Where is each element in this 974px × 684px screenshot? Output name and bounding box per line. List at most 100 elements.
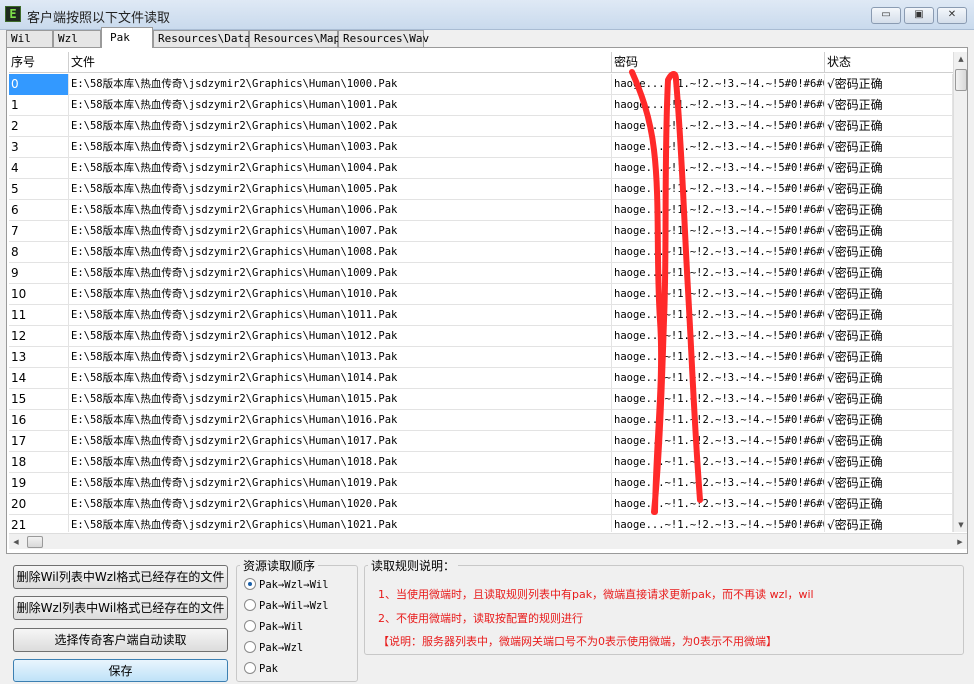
table-row[interactable]: 15 E:\58版本库\热血传奇\jsdzymir2\Graphics\Human…: [9, 389, 953, 410]
table-row[interactable]: 17 E:\58版本库\热血传奇\jsdzymir2\Graphics\Human…: [9, 431, 953, 452]
hscroll-thumb[interactable]: [27, 536, 43, 548]
row-status-cell[interactable]: √密码正确: [825, 284, 953, 305]
row-status-cell[interactable]: √密码正确: [825, 410, 953, 431]
row-file-cell[interactable]: E:\58版本库\热血传奇\jsdzymir2\Graphics\Human\1…: [69, 515, 612, 532]
table-row[interactable]: 18 E:\58版本库\热血传奇\jsdzymir2\Graphics\Human…: [9, 452, 953, 473]
table-row[interactable]: 5 E:\58版本库\热血传奇\jsdzymir2\Graphics\Human\…: [9, 179, 953, 200]
radio-icon[interactable]: [244, 578, 256, 590]
row-password-cell[interactable]: haoge...~!1.~!2.~!3.~!4.~!5#0!#6#07: [612, 263, 825, 284]
row-file-cell[interactable]: E:\58版本库\热血传奇\jsdzymir2\Graphics\Human\1…: [69, 137, 612, 158]
row-file-cell[interactable]: E:\58版本库\热血传奇\jsdzymir2\Graphics\Human\1…: [69, 431, 612, 452]
column-header-status[interactable]: 状态: [825, 52, 953, 73]
table-row[interactable]: 2 E:\58版本库\热血传奇\jsdzymir2\Graphics\Human\…: [9, 116, 953, 137]
row-password-cell[interactable]: haoge...~!1.~!2.~!3.~!4.~!5#0!#6#07: [612, 200, 825, 221]
file-table[interactable]: 序号 文件 密码 状态 0 E:\58版本库\热血传奇\jsdzymir2\Gra…: [9, 52, 953, 532]
row-password-cell[interactable]: haoge...~!1.~!2.~!3.~!4.~!5#0!#6#07: [612, 515, 825, 532]
row-password-cell[interactable]: haoge...~!1.~!2.~!3.~!4.~!5#0!#6#07: [612, 410, 825, 431]
row-password-cell[interactable]: haoge...~!1.~!2.~!3.~!4.~!5#0!#6#07: [612, 389, 825, 410]
scroll-up-icon[interactable]: ▲: [954, 52, 968, 66]
column-header-file[interactable]: 文件: [69, 52, 612, 73]
table-row[interactable]: 7 E:\58版本库\热血传奇\jsdzymir2\Graphics\Human\…: [9, 221, 953, 242]
read-order-option[interactable]: Pak→Wil: [244, 620, 303, 634]
row-index-cell[interactable]: 7: [9, 221, 69, 242]
row-index-cell[interactable]: 0: [9, 74, 69, 95]
row-index-cell[interactable]: 3: [9, 137, 69, 158]
table-row[interactable]: 3 E:\58版本库\热血传奇\jsdzymir2\Graphics\Human\…: [9, 137, 953, 158]
radio-icon[interactable]: [244, 662, 256, 674]
row-file-cell[interactable]: E:\58版本库\热血传奇\jsdzymir2\Graphics\Human\1…: [69, 263, 612, 284]
maximize-button[interactable]: ▣: [904, 7, 934, 24]
table-row[interactable]: 16 E:\58版本库\热血传奇\jsdzymir2\Graphics\Human…: [9, 410, 953, 431]
table-row[interactable]: 1 E:\58版本库\热血传奇\jsdzymir2\Graphics\Human\…: [9, 95, 953, 116]
table-row[interactable]: 0 E:\58版本库\热血传奇\jsdzymir2\Graphics\Human\…: [9, 74, 953, 95]
row-index-cell[interactable]: 11: [9, 305, 69, 326]
vertical-scrollbar[interactable]: ▲ ▼: [953, 52, 967, 532]
row-index-cell[interactable]: 5: [9, 179, 69, 200]
row-index-cell[interactable]: 12: [9, 326, 69, 347]
row-password-cell[interactable]: haoge...~!1.~!2.~!3.~!4.~!5#0!#6#07: [612, 452, 825, 473]
row-index-cell[interactable]: 17: [9, 431, 69, 452]
row-file-cell[interactable]: E:\58版本库\热血传奇\jsdzymir2\Graphics\Human\1…: [69, 74, 612, 95]
row-file-cell[interactable]: E:\58版本库\热血传奇\jsdzymir2\Graphics\Human\1…: [69, 116, 612, 137]
table-row[interactable]: 13 E:\58版本库\热血传奇\jsdzymir2\Graphics\Human…: [9, 347, 953, 368]
row-status-cell[interactable]: √密码正确: [825, 242, 953, 263]
row-status-cell[interactable]: √密码正确: [825, 137, 953, 158]
row-file-cell[interactable]: E:\58版本库\热血传奇\jsdzymir2\Graphics\Human\1…: [69, 494, 612, 515]
row-file-cell[interactable]: E:\58版本库\热血传奇\jsdzymir2\Graphics\Human\1…: [69, 200, 612, 221]
delete-wil-duplicates-button[interactable]: 删除Wil列表中Wzl格式已经存在的文件: [13, 565, 228, 589]
save-button[interactable]: 保存: [13, 659, 228, 682]
scroll-left-icon[interactable]: ◀: [9, 534, 23, 550]
radio-icon[interactable]: [244, 599, 256, 611]
row-index-cell[interactable]: 4: [9, 158, 69, 179]
tab-pak[interactable]: Pak: [101, 27, 153, 48]
row-file-cell[interactable]: E:\58版本库\热血传奇\jsdzymir2\Graphics\Human\1…: [69, 452, 612, 473]
close-button[interactable]: ✕: [937, 7, 967, 24]
table-row[interactable]: 8 E:\58版本库\热血传奇\jsdzymir2\Graphics\Human\…: [9, 242, 953, 263]
scroll-right-icon[interactable]: ▶: [953, 534, 967, 550]
row-file-cell[interactable]: E:\58版本库\热血传奇\jsdzymir2\Graphics\Human\1…: [69, 158, 612, 179]
row-status-cell[interactable]: √密码正确: [825, 473, 953, 494]
scroll-down-icon[interactable]: ▼: [954, 518, 968, 532]
row-password-cell[interactable]: haoge...~!1.~!2.~!3.~!4.~!5#0!#6#07: [612, 473, 825, 494]
row-password-cell[interactable]: haoge...~!1.~!2.~!3.~!4.~!5#0!#6#07: [612, 431, 825, 452]
row-file-cell[interactable]: E:\58版本库\热血传奇\jsdzymir2\Graphics\Human\1…: [69, 284, 612, 305]
row-password-cell[interactable]: haoge...~!1.~!2.~!3.~!4.~!5#0!#6#07: [612, 116, 825, 137]
row-status-cell[interactable]: √密码正确: [825, 431, 953, 452]
row-index-cell[interactable]: 6: [9, 200, 69, 221]
row-file-cell[interactable]: E:\58版本库\热血传奇\jsdzymir2\Graphics\Human\1…: [69, 242, 612, 263]
row-status-cell[interactable]: √密码正确: [825, 326, 953, 347]
row-password-cell[interactable]: haoge...~!1.~!2.~!3.~!4.~!5#0!#6#07: [612, 284, 825, 305]
row-index-cell[interactable]: 2: [9, 116, 69, 137]
row-password-cell[interactable]: haoge...~!1.~!2.~!3.~!4.~!5#0!#6#07: [612, 347, 825, 368]
row-status-cell[interactable]: √密码正确: [825, 95, 953, 116]
read-order-option[interactable]: Pak→Wzl→Wil: [244, 578, 329, 592]
row-index-cell[interactable]: 21: [9, 515, 69, 532]
row-password-cell[interactable]: haoge...~!1.~!2.~!3.~!4.~!5#0!#6#07: [612, 74, 825, 95]
read-order-option[interactable]: Pak→Wil→Wzl: [244, 599, 329, 613]
row-index-cell[interactable]: 1: [9, 95, 69, 116]
row-file-cell[interactable]: E:\58版本库\热血传奇\jsdzymir2\Graphics\Human\1…: [69, 95, 612, 116]
row-status-cell[interactable]: √密码正确: [825, 389, 953, 410]
row-file-cell[interactable]: E:\58版本库\热血传奇\jsdzymir2\Graphics\Human\1…: [69, 221, 612, 242]
minimize-button[interactable]: ▭: [871, 7, 901, 24]
row-status-cell[interactable]: √密码正确: [825, 515, 953, 532]
row-status-cell[interactable]: √密码正确: [825, 200, 953, 221]
row-password-cell[interactable]: haoge...~!1.~!2.~!3.~!4.~!5#0!#6#07: [612, 179, 825, 200]
row-status-cell[interactable]: √密码正确: [825, 305, 953, 326]
table-row[interactable]: 12 E:\58版本库\热血传奇\jsdzymir2\Graphics\Human…: [9, 326, 953, 347]
row-index-cell[interactable]: 15: [9, 389, 69, 410]
scroll-thumb[interactable]: [955, 69, 967, 91]
row-file-cell[interactable]: E:\58版本库\热血传奇\jsdzymir2\Graphics\Human\1…: [69, 305, 612, 326]
radio-icon[interactable]: [244, 620, 256, 632]
table-row[interactable]: 4 E:\58版本库\热血传奇\jsdzymir2\Graphics\Human\…: [9, 158, 953, 179]
row-status-cell[interactable]: √密码正确: [825, 452, 953, 473]
read-order-option[interactable]: Pak: [244, 662, 278, 676]
table-row[interactable]: 19 E:\58版本库\热血传奇\jsdzymir2\Graphics\Human…: [9, 473, 953, 494]
row-file-cell[interactable]: E:\58版本库\热血传奇\jsdzymir2\Graphics\Human\1…: [69, 179, 612, 200]
row-file-cell[interactable]: E:\58版本库\热血传奇\jsdzymir2\Graphics\Human\1…: [69, 368, 612, 389]
row-file-cell[interactable]: E:\58版本库\热血传奇\jsdzymir2\Graphics\Human\1…: [69, 347, 612, 368]
row-status-cell[interactable]: √密码正确: [825, 263, 953, 284]
row-password-cell[interactable]: haoge...~!1.~!2.~!3.~!4.~!5#0!#6#07: [612, 494, 825, 515]
row-status-cell[interactable]: √密码正确: [825, 179, 953, 200]
table-row[interactable]: 11 E:\58版本库\热血传奇\jsdzymir2\Graphics\Human…: [9, 305, 953, 326]
